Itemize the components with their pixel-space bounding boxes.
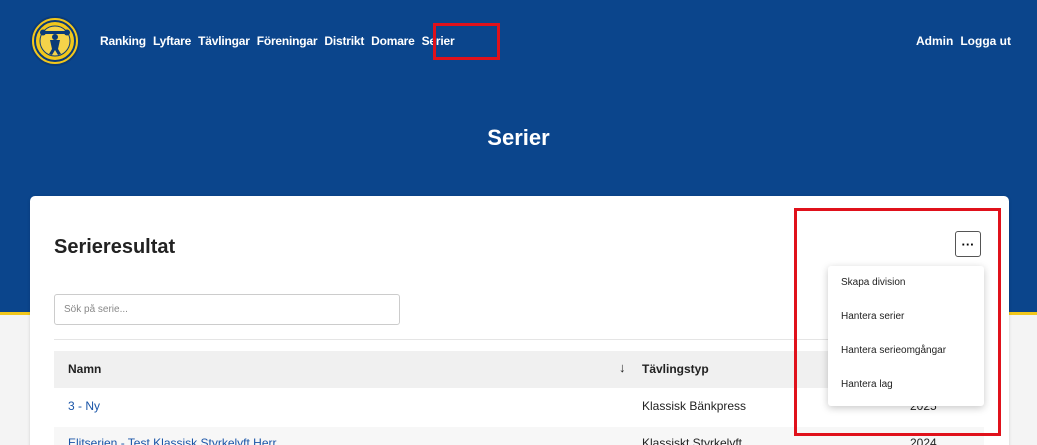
nav-highlight-box: [433, 23, 500, 60]
nav-admin[interactable]: Admin: [916, 34, 953, 48]
page-title: Serier: [487, 125, 550, 150]
sort-arrow-icon[interactable]: ↓: [619, 360, 626, 375]
nav-logout[interactable]: Logga ut: [960, 34, 1011, 48]
lifter-emblem-icon: [34, 20, 76, 62]
nav-lyftare[interactable]: Lyftare: [153, 34, 191, 48]
column-header-tavlingstyp[interactable]: Tävlingstyp: [642, 362, 709, 376]
serie-name-link[interactable]: 3 - Ny: [68, 399, 100, 413]
nav-foreningar[interactable]: Föreningar: [257, 34, 318, 48]
competition-type: Klassiskt Styrkelyft: [642, 436, 743, 445]
user-navigation: Admin Logga ut: [916, 34, 1011, 48]
nav-domare[interactable]: Domare: [371, 34, 415, 48]
nav-ranking[interactable]: Ranking: [100, 34, 146, 48]
card-title: Serieresultat: [54, 236, 176, 258]
serie-year: 2024: [910, 436, 937, 445]
competition-type: Klassisk Bänkpress: [642, 399, 747, 413]
search-input[interactable]: [54, 294, 400, 325]
nav-tavlingar[interactable]: Tävlingar: [198, 34, 250, 48]
column-header-namn[interactable]: Namn: [68, 362, 101, 376]
menu-highlight-box: [794, 208, 1001, 436]
main-navigation: Ranking Lyftare Tävlingar Föreningar Dis…: [100, 34, 455, 48]
serie-name-link[interactable]: Elitserien - Test Klassisk Styrkelyft He…: [68, 436, 277, 445]
nav-distrikt[interactable]: Distrikt: [324, 34, 364, 48]
federation-logo[interactable]: [30, 16, 80, 66]
